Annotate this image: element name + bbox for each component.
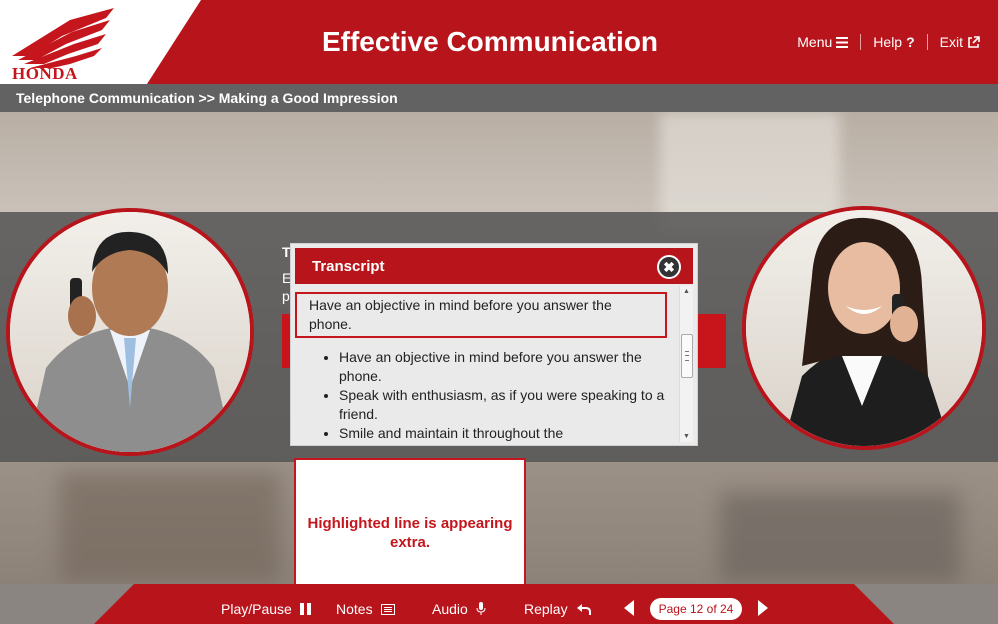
replay-button[interactable]: Replay — [524, 601, 592, 617]
brand-logo-text: HONDA — [12, 64, 78, 83]
menu-icon — [836, 36, 849, 48]
page-title: Effective Communication — [321, 26, 659, 57]
avatar-man — [6, 208, 254, 456]
footer-bar: Play/Pause Notes Audio Replay Page 12 of… — [0, 584, 998, 624]
menu-label: Menu — [797, 34, 833, 50]
transcript-bullet-list: Have an objective in mind before you ans… — [339, 348, 677, 442]
exit-button[interactable]: Exit — [928, 34, 980, 50]
avatar-woman — [742, 206, 986, 450]
audio-button[interactable]: Audio — [432, 601, 486, 617]
help-icon: ? — [906, 34, 915, 50]
notes-label: Notes — [336, 601, 373, 617]
help-button[interactable]: Help ? — [861, 34, 926, 50]
external-link-icon — [968, 35, 980, 48]
exit-label: Exit — [939, 34, 963, 50]
notes-button[interactable]: Notes — [336, 601, 395, 617]
play-pause-button[interactable]: Play/Pause — [221, 601, 312, 617]
scroll-up-icon[interactable]: ▲ — [683, 288, 690, 295]
scrollbar-thumb[interactable] — [681, 334, 693, 378]
next-arrow-icon[interactable] — [758, 600, 768, 616]
annotation-box: Highlighted line is appearing extra. — [294, 458, 526, 604]
honda-wing-icon — [12, 8, 114, 68]
man-illustration — [26, 231, 234, 452]
transcript-title: Transcript — [312, 258, 385, 275]
transcript-header: Transcript ✖ — [295, 248, 693, 284]
pause-icon — [299, 603, 312, 615]
breadcrumb: Telephone Communication >> Making a Good… — [16, 90, 398, 106]
content-text-fragment-2: p — [282, 288, 290, 304]
microphone-icon — [476, 602, 486, 615]
list-item: Speak with enthusiasm, as if you were sp… — [339, 386, 677, 424]
header-bar: HONDA Effective Communication Menu Help … — [0, 0, 998, 84]
menu-button[interactable]: Menu — [785, 34, 860, 50]
background-chair — [720, 492, 960, 582]
page-indicator: Page 12 of 24 — [650, 598, 742, 620]
transcript-dialog: Transcript ✖ Have an objective in mind b… — [290, 243, 698, 446]
background-furniture — [60, 472, 280, 582]
close-icon[interactable]: ✖ — [657, 255, 681, 279]
list-item: Smile and maintain it throughout the — [339, 424, 677, 442]
audio-label: Audio — [432, 601, 468, 617]
highlighted-transcript-line: Have an objective in mind before you ans… — [295, 292, 667, 338]
help-label: Help — [873, 34, 903, 50]
replay-label: Replay — [524, 601, 568, 617]
notes-icon — [380, 603, 395, 615]
prev-arrow-icon[interactable] — [624, 600, 634, 616]
annotation-text: Highlighted line is appearing extra. — [307, 515, 513, 551]
scroll-down-icon[interactable]: ▼ — [683, 433, 690, 440]
transcript-scrollbar[interactable]: ▲ ▼ — [679, 286, 693, 442]
breadcrumb-bar: Telephone Communication >> Making a Good… — [0, 84, 998, 112]
replay-icon — [576, 603, 591, 615]
footer-panel — [94, 584, 894, 624]
play-pause-label: Play/Pause — [221, 601, 292, 617]
woman-illustration — [783, 217, 951, 446]
top-nav: Menu Help ? Exit — [785, 34, 980, 50]
transcript-body: Have an objective in mind before you ans… — [295, 286, 677, 442]
list-item: Have an objective in mind before you ans… — [339, 348, 677, 386]
